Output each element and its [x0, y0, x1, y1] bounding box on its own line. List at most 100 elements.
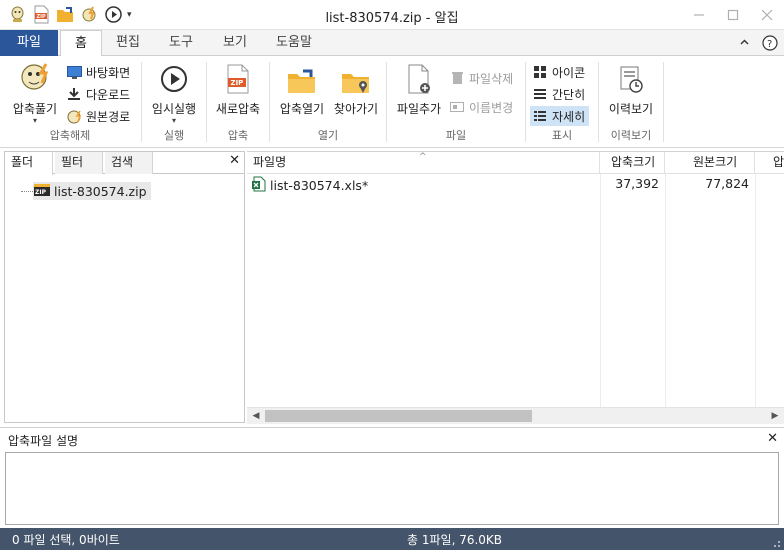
tab-edit[interactable]: 편집	[108, 30, 148, 56]
close-button[interactable]	[750, 0, 784, 30]
find-label: 찾아가기	[333, 102, 379, 116]
group-label-display: 표시	[551, 129, 573, 142]
status-total: 총 1파일, 76.0KB	[407, 533, 503, 547]
view-details-button[interactable]: 자세히	[530, 106, 590, 126]
rename-icon	[449, 99, 465, 115]
add-file-icon	[393, 60, 445, 94]
excel-file-icon	[251, 176, 267, 195]
help-icon[interactable]: ?	[761, 34, 778, 51]
extract-label: 압축풀기	[12, 102, 58, 116]
extract-icon	[8, 60, 62, 94]
desktop-icon	[66, 64, 82, 80]
downloads-label: 다운로드	[86, 87, 131, 102]
close-icon	[761, 9, 773, 21]
view-simple-label: 간단히	[552, 87, 586, 102]
file-list: 파일명 ^ 압축크기 원본크기 압 list-830574.xls* 37,39…	[247, 151, 784, 424]
file-name-cell: list-830574.xls*	[251, 176, 368, 195]
group-label-extract: 압축해제	[49, 129, 91, 142]
sort-arrow-icon: ^	[419, 152, 427, 162]
tab-file[interactable]: 파일	[0, 30, 58, 56]
ribbon-group-run: 임시실행 ▾ 실행	[142, 56, 206, 148]
tab-view[interactable]: 보기	[214, 30, 256, 56]
description-textarea[interactable]	[5, 452, 779, 525]
scrollbar-thumb[interactable]	[265, 410, 532, 422]
column-header-compressed[interactable]: 압축크기	[600, 152, 665, 174]
folder-location-icon	[330, 60, 382, 94]
title-bar: ZIP ▾ list-830574.zip - 알집	[0, 0, 784, 30]
desktop-label: 바탕화면	[86, 65, 131, 80]
ribbon-group-extract: 압축풀기 ▾ 바탕화면 다운로드 원본경로 압축해제	[0, 56, 140, 148]
view-simple-button[interactable]: 간단히	[532, 84, 585, 104]
new-zip-icon: ZIP	[211, 60, 265, 94]
resize-grip-icon[interactable]	[771, 538, 781, 548]
tab-folder[interactable]: 폴더	[5, 152, 53, 175]
maximize-icon	[727, 9, 739, 21]
play-icon	[148, 60, 200, 94]
collapse-ribbon-icon[interactable]	[736, 34, 753, 51]
group-label-file: 파일	[445, 129, 467, 142]
extract-to-original-path-button[interactable]: 원본경로	[66, 106, 130, 126]
delete-file-button[interactable]: 파일삭제	[449, 68, 513, 88]
extract-to-desktop-button[interactable]: 바탕화면	[66, 62, 130, 82]
scroll-left-icon[interactable]: ◀	[249, 409, 263, 423]
status-selection: 0 파일 선택, 0바이트	[12, 533, 120, 547]
details-view-icon	[532, 108, 548, 124]
extract-to-downloads-button[interactable]: 다운로드	[66, 84, 130, 104]
file-list-header: 파일명 ^ 압축크기 원본크기 압	[247, 152, 784, 174]
file-name: list-830574.xls*	[270, 178, 369, 193]
tab-filter[interactable]: 필터	[55, 152, 103, 174]
column-header-name[interactable]: 파일명 ^	[247, 152, 600, 174]
tab-home[interactable]: 홈	[60, 30, 102, 57]
list-view-icon	[532, 86, 548, 102]
description-close-button[interactable]: ✕	[767, 431, 778, 446]
group-label-history: 이력보기	[610, 129, 652, 142]
rename-label: 이름변경	[469, 100, 514, 115]
ribbon-group-display: 아이콘 간단히 자세히 표시	[526, 56, 598, 148]
original-path-icon	[66, 108, 82, 124]
original-path-label: 원본경로	[86, 109, 131, 124]
archive-description-panel: 압축파일 설명 ✕	[0, 427, 784, 528]
column-header-extra[interactable]: 압	[755, 152, 784, 174]
folder-panel-close-button[interactable]: ✕	[229, 153, 240, 168]
column-header-original[interactable]: 원본크기	[665, 152, 755, 174]
temp-run-dropdown-icon[interactable]: ▾	[148, 117, 200, 125]
extract-dropdown-icon[interactable]: ▾	[8, 117, 62, 125]
view-icons-button[interactable]: 아이콘	[532, 62, 585, 82]
grid-view-icon	[532, 64, 548, 80]
new-zip-button[interactable]: ZIP 새로압축	[211, 60, 265, 117]
folder-panel: 폴더 필터 검색 ✕ ZIP list-830574.zip	[4, 151, 245, 423]
extract-button[interactable]: 압축풀기 ▾	[8, 60, 62, 125]
add-file-label: 파일추가	[396, 102, 442, 116]
ribbon-group-file: 파일추가 파일삭제 이름변경 파일	[387, 56, 525, 148]
tab-tools[interactable]: 도구	[160, 30, 202, 56]
history-button[interactable]: 이력보기	[605, 60, 657, 117]
trash-icon	[449, 70, 465, 86]
open-folder-icon	[276, 60, 328, 94]
tab-help[interactable]: 도움말	[268, 30, 320, 56]
description-title: 압축파일 설명	[8, 434, 79, 448]
view-details-label: 자세히	[552, 109, 586, 124]
scroll-right-icon[interactable]: ▶	[768, 409, 782, 423]
minimize-icon	[694, 14, 704, 16]
minimize-button[interactable]	[682, 0, 716, 30]
open-zip-button[interactable]: 압축열기	[276, 60, 328, 117]
new-zip-label: 새로압축	[215, 102, 261, 116]
add-file-button[interactable]: 파일추가	[393, 60, 445, 117]
svg-text:ZIP: ZIP	[231, 79, 244, 87]
rename-button[interactable]: 이름변경	[449, 97, 513, 117]
ribbon-group-history: 이력보기 이력보기	[599, 56, 663, 148]
file-compressed-size: 37,392	[615, 176, 659, 191]
maximize-button[interactable]	[716, 0, 750, 30]
horizontal-scrollbar[interactable]: ◀ ▶	[247, 407, 784, 424]
ribbon: 압축풀기 ▾ 바탕화면 다운로드 원본경로 압축해제 임시실행 ▾ 실행 ZIP…	[0, 56, 784, 148]
download-icon	[66, 86, 82, 102]
svg-text:?: ?	[767, 39, 772, 50]
tab-search[interactable]: 검색	[105, 152, 153, 174]
find-button[interactable]: 찾아가기	[330, 60, 382, 117]
history-label: 이력보기	[608, 102, 654, 116]
file-row[interactable]: list-830574.xls* 37,392 77,824	[247, 175, 784, 193]
temp-run-button[interactable]: 임시실행 ▾	[148, 60, 200, 125]
tree-item-archive[interactable]: ZIP list-830574.zip	[33, 182, 151, 200]
window-title: list-830574.zip - 알집	[325, 11, 459, 26]
temp-run-label: 임시실행	[151, 102, 197, 116]
